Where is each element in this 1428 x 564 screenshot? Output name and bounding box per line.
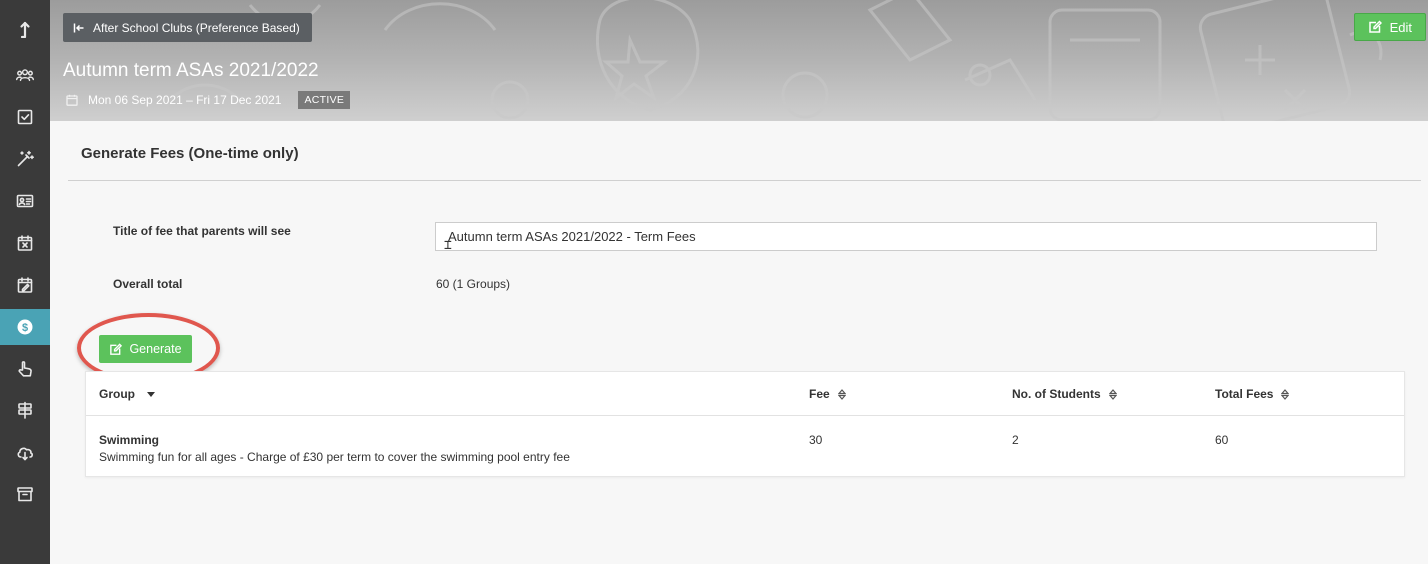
column-header-total-fees[interactable]: Total Fees [1215, 387, 1290, 401]
magic-wand-icon [17, 150, 34, 167]
group-description: Swimming fun for all ages - Charge of £3… [99, 450, 570, 464]
overall-total-value: 60 (1 Groups) [436, 277, 511, 291]
generate-button[interactable]: Generate [99, 335, 192, 363]
column-header-fee[interactable]: Fee [809, 387, 846, 401]
calendar-icon [66, 94, 78, 106]
date-range-row: Mon 06 Sep 2021 – Fri 17 Dec 2021 ACTIVE [66, 91, 351, 109]
edit-icon [110, 342, 123, 355]
sidebar-item-directions[interactable] [0, 393, 50, 427]
archive-icon [17, 487, 33, 502]
page-title: Autumn term ASAs 2021/2022 [63, 60, 319, 81]
sidebar-item-magic[interactable] [0, 142, 50, 176]
total-fees-cell: 60 [1215, 433, 1229, 447]
group-name: Swimming [99, 433, 160, 447]
students-cell: 2 [1012, 433, 1019, 447]
sort-desc-icon [147, 391, 155, 397]
fee-cell: 30 [809, 433, 823, 447]
generate-button-label: Generate [129, 342, 182, 356]
signpost-icon [18, 401, 32, 419]
sort-icon [1281, 388, 1290, 400]
back-button-label: After School Clubs (Preference Based) [93, 20, 300, 35]
edit-button-label: Edit [1389, 19, 1412, 35]
column-label: No. of Students [1012, 387, 1101, 401]
users-icon [16, 69, 34, 82]
sidebar-item-upload[interactable] [0, 12, 50, 46]
fee-title-label: Title of fee that parents will see [113, 224, 291, 238]
column-label: Fee [809, 387, 830, 401]
back-button[interactable]: After School Clubs (Preference Based) [63, 13, 312, 42]
sidebar-item-schedule[interactable] [0, 268, 50, 302]
edit-button[interactable]: Edit [1353, 13, 1426, 41]
arrow-left-to-bar-icon [73, 23, 84, 32]
sidebar-item-users[interactable] [0, 58, 50, 92]
column-header-students[interactable]: No. of Students [1012, 387, 1117, 401]
sidebar-item-cancellations[interactable] [0, 226, 50, 260]
edit-icon [1368, 20, 1382, 33]
sort-icon [837, 388, 846, 400]
fee-title-input[interactable] [435, 222, 1377, 251]
table-header-row: Group Fee No. of Students Total Fees [86, 372, 1404, 416]
dollar-icon: $ [17, 319, 33, 335]
page-header: After School Clubs (Preference Based) Ed… [50, 0, 1428, 121]
column-header-group[interactable]: Group [99, 387, 155, 401]
upload-arrow-icon [20, 21, 30, 38]
sidebar-item-tasks[interactable] [0, 100, 50, 134]
pointer-hand-icon [18, 361, 32, 377]
sidebar-item-download[interactable] [0, 435, 50, 469]
status-badge: ACTIVE [298, 91, 351, 109]
overall-total-label: Overall total [113, 277, 183, 291]
svg-text:$: $ [22, 322, 28, 334]
cloud-download-icon [17, 447, 33, 461]
calendar-x-icon [17, 235, 33, 251]
column-label: Total Fees [1215, 387, 1274, 401]
fees-table: Group Fee No. of Students Total Fees Swi… [85, 371, 1405, 477]
section-title: Generate Fees (One-time only) [81, 145, 299, 162]
checkbox-icon [17, 109, 33, 125]
column-label: Group [99, 387, 135, 401]
sidebar-item-archive[interactable] [0, 477, 50, 511]
sidebar-item-fees[interactable]: $ [0, 309, 50, 345]
id-card-icon [16, 194, 34, 208]
section-divider [68, 180, 1421, 181]
sidebar: $ [0, 0, 50, 564]
sidebar-item-cards[interactable] [0, 184, 50, 218]
date-range: Mon 06 Sep 2021 – Fri 17 Dec 2021 [88, 93, 282, 107]
sidebar-item-select[interactable] [0, 352, 50, 386]
sort-icon [1108, 388, 1117, 400]
text-cursor-icon: ⌶ [444, 238, 452, 253]
calendar-edit-icon [17, 277, 33, 293]
